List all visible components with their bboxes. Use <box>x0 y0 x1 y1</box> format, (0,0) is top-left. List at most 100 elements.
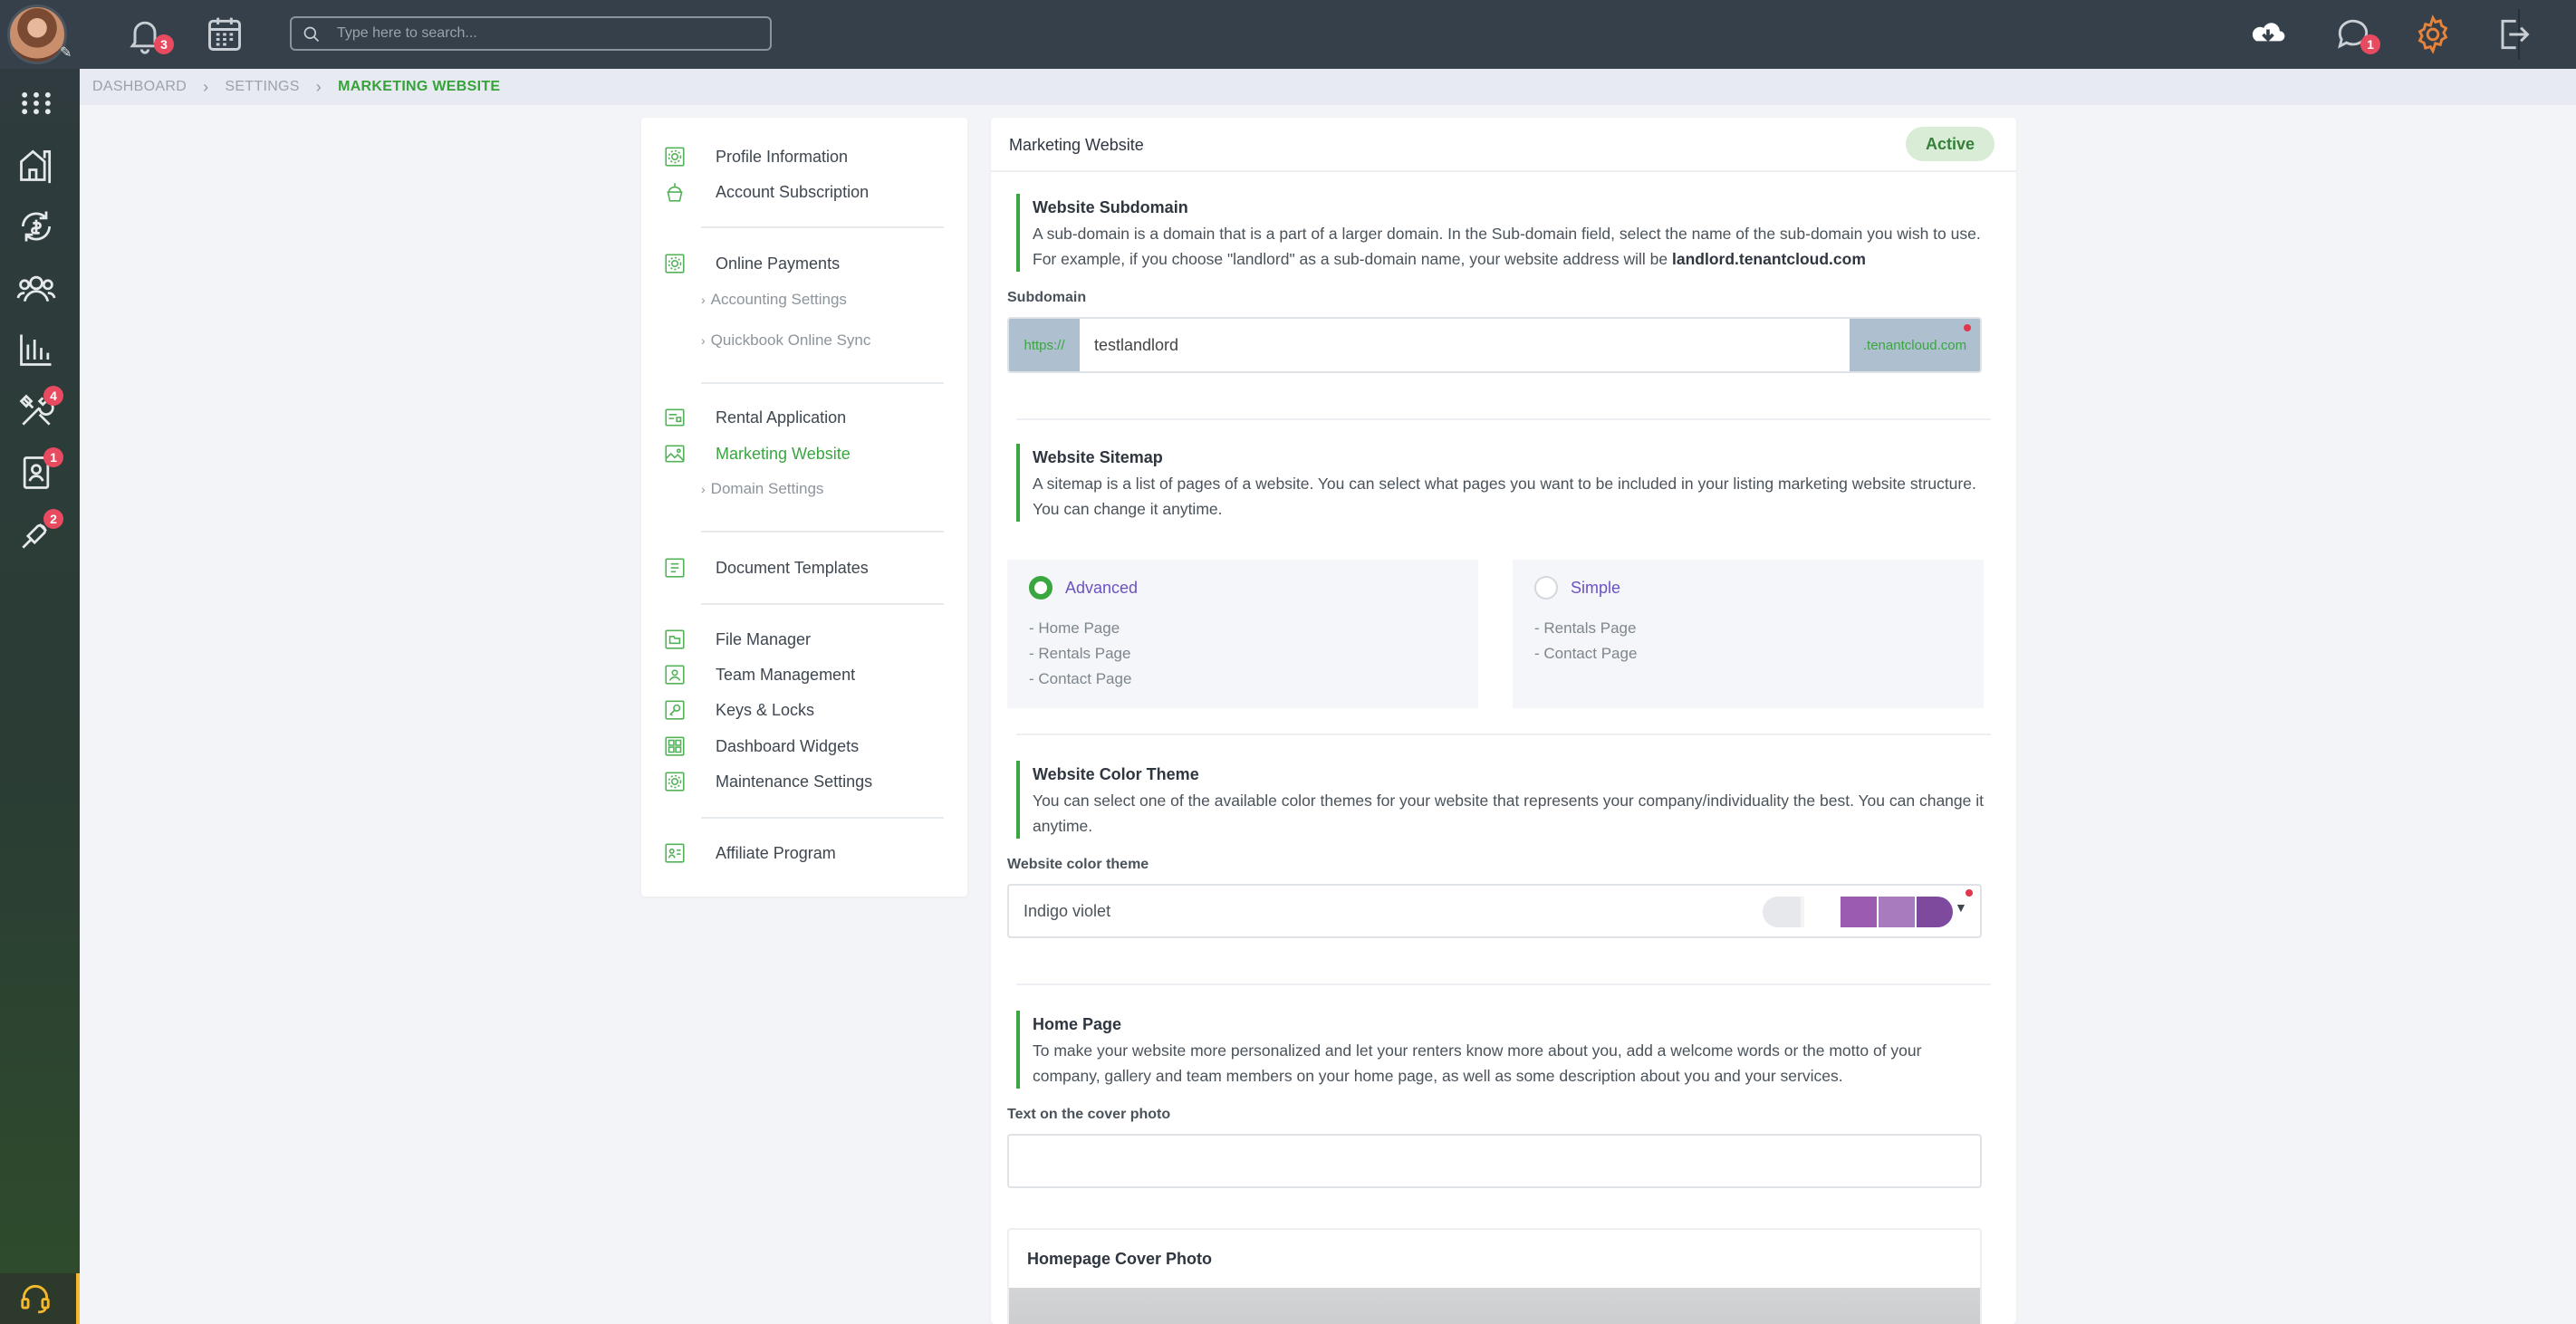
menu-item-marketing-website[interactable]: Marketing Website <box>663 440 851 467</box>
chevron-right-icon: › <box>701 293 706 307</box>
calendar-icon[interactable] <box>205 14 245 54</box>
apps-grid-icon[interactable] <box>16 83 56 123</box>
menu-item-label: Online Payments <box>716 254 841 273</box>
sitemap-option-advanced[interactable]: Advanced - Home Page - Rentals Page - Co… <box>1007 560 1478 708</box>
settings-gear-icon[interactable] <box>2413 14 2453 54</box>
menu-item-profile-information[interactable]: Profile Information <box>663 143 848 170</box>
menu-item-label: Dashboard Widgets <box>716 736 860 755</box>
integrations-icon[interactable]: 2 <box>16 509 63 554</box>
radio-selected[interactable] <box>1029 576 1053 600</box>
transactions-icon[interactable] <box>16 206 56 246</box>
widgets-icon <box>663 734 687 758</box>
subdomain-input[interactable] <box>1080 319 1850 371</box>
menu-item-label: Team Management <box>716 665 856 684</box>
file-manager-icon <box>663 628 687 651</box>
sitemap-section: Website Sitemap A sitemap is a list of p… <box>1007 444 1991 708</box>
example-address: landlord.tenantcloud.com <box>1671 250 1866 268</box>
marketing-website-panel: Marketing Website Active Website Subdoma… <box>991 118 2016 1324</box>
cover-photo-preview[interactable] <box>1009 1288 1980 1324</box>
document-icon <box>663 556 687 580</box>
menu-item-maintenance-settings[interactable]: Maintenance Settings <box>663 768 872 795</box>
section-title: Website Sitemap <box>1033 448 1163 466</box>
breadcrumb-dashboard[interactable]: DASHBOARD <box>92 79 187 95</box>
page-item: - Home Page <box>1029 619 1120 637</box>
color-theme-select[interactable]: Indigo violet ▼ <box>1007 884 1982 938</box>
menu-sub-label: Quickbook Online Sync <box>710 331 871 349</box>
menu-sub-quickbook-online-sync[interactable]: › Quickbook Online Sync <box>701 331 870 350</box>
menu-item-rental-application[interactable]: Rental Application <box>663 404 846 431</box>
search-icon <box>303 25 321 43</box>
search-input[interactable] <box>337 24 754 43</box>
search-box[interactable] <box>290 16 772 51</box>
menu-item-document-templates[interactable]: Document Templates <box>663 554 869 581</box>
cover-text-field <box>1007 1134 1982 1188</box>
menu-divider <box>701 531 944 532</box>
color-theme-section: Website Color Theme You can select one o… <box>1007 761 1991 938</box>
menu-item-dashboard-widgets[interactable]: Dashboard Widgets <box>663 733 859 760</box>
page-item: - Contact Page <box>1534 645 1638 662</box>
menu-item-label: Profile Information <box>716 147 849 166</box>
integrations-badge: 2 <box>43 509 63 529</box>
headset-support-icon[interactable] <box>18 1281 53 1315</box>
sitemap-option-simple[interactable]: Simple - Rentals Page - Contact Page <box>1513 560 1984 708</box>
required-indicator <box>1966 889 1973 897</box>
required-indicator <box>1964 324 1971 331</box>
theme-swatches <box>1841 897 1955 927</box>
key-icon <box>663 698 687 722</box>
chevron-right-icon: › <box>203 77 209 96</box>
profile-settings-icon <box>663 145 687 168</box>
menu-item-online-payments[interactable]: Online Payments <box>663 250 840 277</box>
reports-chart-icon[interactable] <box>16 330 56 369</box>
sitemap-intro: Website Sitemap A sitemap is a list of p… <box>1016 444 1991 522</box>
page-item: - Contact Page <box>1029 670 1132 687</box>
menu-sub-label: Domain Settings <box>710 480 824 497</box>
menu-item-keys-locks[interactable]: Keys & Locks <box>663 696 814 724</box>
messages-icon[interactable]: 1 <box>2333 14 2380 54</box>
status-badge: Active <box>1906 127 1994 161</box>
menu-item-affiliate-program[interactable]: Affiliate Program <box>663 839 836 867</box>
menu-divider <box>701 382 944 384</box>
cloud-download-icon[interactable] <box>2244 14 2292 54</box>
selected-theme: Indigo violet <box>1024 902 1111 920</box>
applications-icon[interactable]: 1 <box>16 447 63 493</box>
menu-item-file-manager[interactable]: File Manager <box>663 626 811 653</box>
radio-unselected[interactable] <box>1534 576 1558 600</box>
theme-swatch-light <box>1763 897 1801 927</box>
cover-text-input[interactable] <box>1009 1136 1980 1186</box>
menu-sub-label: Accounting Settings <box>710 291 847 308</box>
option-label: Simple <box>1571 578 1621 597</box>
section-title: Home Page <box>1033 1015 1122 1033</box>
subdomain-prefix: https:// <box>1009 319 1080 371</box>
maintenance-tools-icon[interactable]: 4 <box>16 386 63 431</box>
subdomain-suffix: .tenantcloud.com <box>1850 319 1980 371</box>
contacts-icon[interactable] <box>16 268 56 308</box>
properties-icon[interactable] <box>16 145 56 185</box>
menu-sub-domain-settings[interactable]: › Domain Settings <box>701 480 823 498</box>
messages-badge: 1 <box>2360 34 2380 54</box>
breadcrumb-settings[interactable]: SETTINGS <box>225 79 299 95</box>
theme-swatch <box>1841 897 1877 927</box>
main-sidebar: 4 1 2 <box>0 69 80 1324</box>
menu-divider <box>701 817 944 819</box>
panel-title: Marketing Website <box>1009 136 1144 154</box>
section-description: A sub-domain is a domain that is a part … <box>1033 225 1981 268</box>
section-description: A sitemap is a list of pages of a websit… <box>1033 475 1976 518</box>
menu-sub-accounting-settings[interactable]: › Accounting Settings <box>701 291 847 309</box>
caret-down-icon[interactable]: ▼ <box>1955 900 1969 915</box>
cover-photo-card: Homepage Cover Photo <box>1007 1228 1982 1324</box>
section-description: You can select one of the available colo… <box>1033 792 1984 835</box>
menu-item-team-management[interactable]: Team Management <box>663 661 855 688</box>
notifications-bell-icon[interactable]: 3 <box>125 14 174 54</box>
user-avatar[interactable] <box>7 5 67 64</box>
option-header: Simple <box>1534 576 1962 600</box>
cupcake-icon <box>663 180 687 204</box>
menu-item-account-subscription[interactable]: Account Subscription <box>663 178 869 206</box>
logout-icon[interactable] <box>2493 14 2533 54</box>
section-divider <box>1016 983 1991 985</box>
menu-item-label: Marketing Website <box>716 444 851 463</box>
sitemap-options: Advanced - Home Page - Rentals Page - Co… <box>1007 560 1991 708</box>
menu-divider <box>701 226 944 228</box>
menu-item-label: Affiliate Program <box>716 843 836 862</box>
chevron-right-icon: › <box>701 482 706 496</box>
support-panel <box>0 1273 80 1324</box>
